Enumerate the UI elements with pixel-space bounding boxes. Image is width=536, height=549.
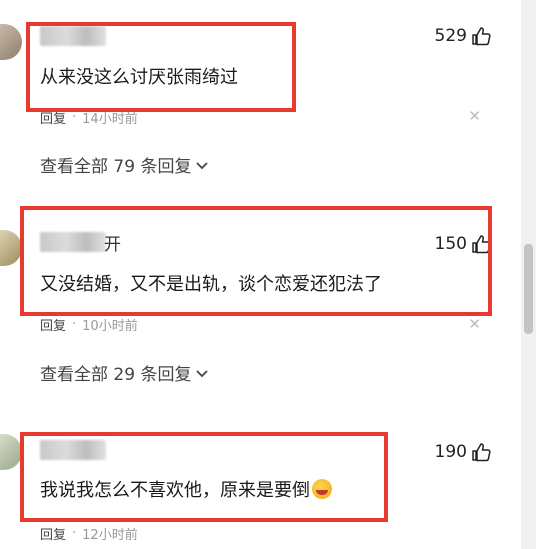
laughing-emoji-icon bbox=[312, 479, 332, 499]
scrollbar[interactable] bbox=[521, 0, 536, 549]
comment-meta: 回复 · 14小时前 bbox=[40, 108, 138, 127]
view-replies-label: 查看全部 79 条回复 bbox=[40, 157, 192, 177]
separator-dot: · bbox=[72, 317, 77, 332]
reply-button[interactable]: 回复 bbox=[40, 524, 66, 543]
comment-text: 从来没这么讨厌张雨绮过 bbox=[40, 67, 238, 88]
like-count: 529 bbox=[434, 26, 467, 46]
separator-dot: · bbox=[72, 110, 77, 125]
separator-dot: · bbox=[72, 526, 77, 541]
comment-section: 529 从来没这么讨厌张雨绮过 回复 · 14小时前 ✕ 查看全部 79 条回复… bbox=[0, 0, 536, 549]
comment-text: 我说我怎么不喜欢他，原来是要倒 bbox=[40, 476, 332, 502]
scrollbar-thumb[interactable] bbox=[524, 244, 533, 334]
timestamp: 14小时前 bbox=[82, 112, 138, 127]
avatar[interactable] bbox=[0, 24, 22, 60]
highlight-box bbox=[20, 206, 492, 316]
reply-button[interactable]: 回复 bbox=[40, 108, 66, 127]
view-replies-label: 查看全部 29 条回复 bbox=[40, 365, 192, 385]
timestamp: 12小时前 bbox=[82, 528, 138, 543]
avatar[interactable] bbox=[0, 230, 22, 266]
comment-meta: 回复 · 10小时前 bbox=[40, 315, 138, 334]
comment-3: 190 我说我怎么不喜欢他，原来是要倒 回复 · 12小时前 bbox=[0, 410, 521, 549]
chevron-down-icon bbox=[195, 366, 209, 380]
like-button[interactable]: 529 bbox=[435, 26, 491, 46]
close-icon[interactable]: ✕ bbox=[468, 107, 481, 125]
view-replies-link[interactable]: 查看全部 29 条回复 bbox=[40, 360, 209, 385]
timestamp: 10小时前 bbox=[82, 319, 138, 334]
comment-2: 开 150 又没结婚，又不是出轨，谈个恋爱还犯法了 回复 · 10小时前 ✕ 查… bbox=[0, 200, 521, 390]
thumbs-up-icon[interactable] bbox=[471, 26, 491, 46]
comment-text-body: 我说我怎么不喜欢他，原来是要倒 bbox=[40, 480, 310, 501]
view-replies-link[interactable]: 查看全部 79 条回复 bbox=[40, 152, 209, 177]
comment-meta: 回复 · 12小时前 bbox=[40, 524, 138, 543]
chevron-down-icon bbox=[195, 158, 209, 172]
like-button[interactable]: 190 bbox=[435, 442, 491, 462]
avatar[interactable] bbox=[0, 434, 22, 470]
comment-1: 529 从来没这么讨厌张雨绮过 回复 · 14小时前 ✕ 查看全部 79 条回复 bbox=[0, 0, 521, 190]
reply-button[interactable]: 回复 bbox=[40, 315, 66, 334]
comment-text: 又没结婚，又不是出轨，谈个恋爱还犯法了 bbox=[40, 274, 382, 295]
like-count: 190 bbox=[434, 442, 467, 462]
thumbs-up-icon[interactable] bbox=[471, 442, 491, 462]
close-icon[interactable]: ✕ bbox=[468, 315, 481, 333]
